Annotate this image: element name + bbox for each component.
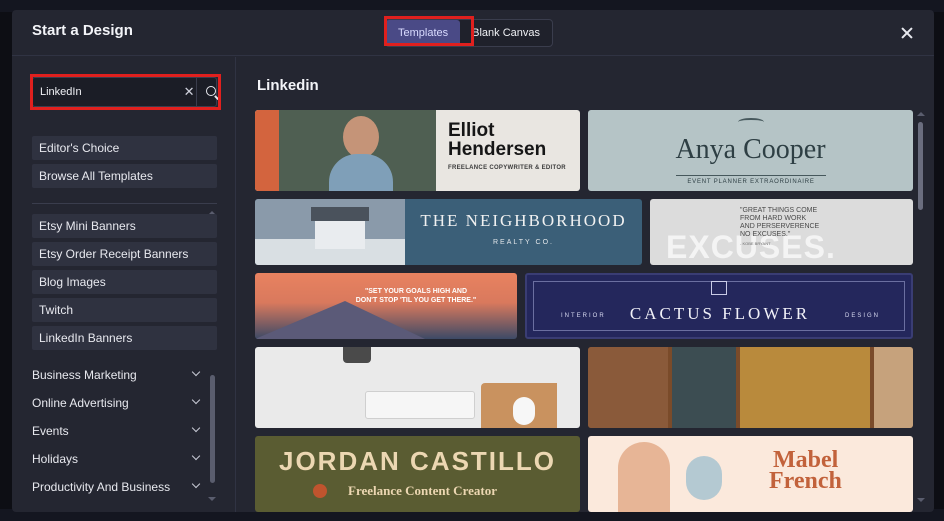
quote-line: "GREAT THINGS COME — [740, 207, 818, 214]
keyboard-shape — [365, 391, 475, 419]
phone-shape — [343, 347, 371, 363]
template-subtitle: EVENT PLANNER EXTRAORDINAIRE — [676, 175, 826, 188]
template-card-the-neighborhood[interactable]: THE NEIGHBORHOOD REALTY CO. — [255, 199, 642, 265]
photo-panel — [279, 110, 436, 191]
mouse-shape — [513, 397, 535, 425]
house-photo — [255, 199, 405, 265]
subcategory-twitch[interactable]: Twitch — [32, 298, 217, 322]
template-name-first: Elliot — [448, 120, 495, 141]
template-label-left: INTERIOR — [561, 313, 606, 319]
sidebar-item-editors-choice[interactable]: Editor's Choice — [32, 136, 217, 160]
tab-templates[interactable]: Templates — [386, 20, 461, 46]
search-box: ✕ — [32, 77, 217, 107]
scroll-down-arrow-icon[interactable] — [208, 497, 216, 501]
template-card-elliot-hendersen[interactable]: Elliot Hendersen FREELANCE COPYWRITER & … — [255, 110, 580, 191]
category-label: Business Marketing — [32, 368, 137, 382]
subcategory-etsy-mini-banners[interactable]: Etsy Mini Banners — [32, 214, 217, 238]
section-title: Linkedin — [257, 77, 319, 94]
tab-blank-canvas[interactable]: Blank Canvas — [460, 20, 552, 46]
chevron-down-icon — [192, 481, 200, 489]
category-productivity-and-business[interactable]: Productivity And Business — [32, 476, 200, 498]
person-photo — [343, 116, 379, 158]
chevron-down-icon — [192, 425, 200, 433]
category-holidays[interactable]: Holidays — [32, 448, 200, 470]
scroll-down-arrow-icon[interactable] — [917, 498, 925, 502]
sidebar-item-browse-all[interactable]: Browse All Templates — [32, 164, 217, 188]
template-grid: Elliot Hendersen FREELANCE COPYWRITER & … — [255, 110, 915, 512]
sidebar: ✕ Editor's Choice Browse All Templates E… — [12, 57, 236, 512]
dialog-header: Start a Design Templates Blank Canvas — [12, 10, 934, 56]
search-icon — [206, 86, 217, 96]
category-business-marketing[interactable]: Business Marketing — [32, 364, 200, 386]
chevron-down-icon — [192, 369, 200, 377]
template-card-no-excuses[interactable]: EXCUSES. "GREAT THINGS COME FROM HARD WO… — [650, 199, 913, 265]
template-card-cactus-flower[interactable]: INTERIOR CACTUS FLOWER DESIGN — [525, 273, 913, 339]
template-label-right: DESIGN — [845, 313, 881, 319]
mountain-shape — [255, 301, 425, 339]
category-label: Online Advertising — [32, 396, 129, 410]
start-design-dialog: Start a Design Templates Blank Canvas ✕ … — [12, 10, 934, 512]
template-card-set-your-goals[interactable]: "SET YOUR GOALS HIGH AND DON'T STOP 'TIL… — [255, 273, 517, 339]
quote-line: AND PERSERVERENCE — [740, 223, 820, 230]
subcategory-blog-images[interactable]: Blog Images — [32, 270, 217, 294]
chevron-down-icon — [192, 397, 200, 405]
chevron-down-icon — [192, 453, 200, 461]
collage-photo — [874, 347, 913, 428]
template-name: CACTUS FLOWER — [629, 304, 811, 323]
template-card-photo-collage[interactable] — [588, 347, 913, 428]
house-shape — [315, 217, 365, 249]
portrait-illustration — [686, 456, 722, 500]
subcategory-linkedin-banners[interactable]: LinkedIn Banners — [32, 326, 217, 350]
template-subtitle: REALTY CO. — [493, 239, 554, 246]
house-roof — [311, 207, 369, 221]
search-button[interactable] — [196, 78, 217, 106]
template-subtitle: FREELANCE COPYWRITER & EDITOR — [448, 165, 566, 171]
quote-author: - KOBE BRYANT — [740, 241, 771, 246]
search-input[interactable] — [33, 78, 182, 106]
template-name-last: Hendersen — [448, 139, 547, 160]
template-name: JORDAN CASTILLO — [279, 446, 556, 476]
template-card-jordan-castillo[interactable]: JORDAN CASTILLO Freelance Content Creato… — [255, 436, 580, 512]
close-icon[interactable] — [896, 22, 918, 44]
quote-line: "SET YOUR GOALS HIGH AND — [364, 288, 468, 295]
collage-photo — [740, 347, 870, 428]
category-label: Events — [32, 424, 69, 438]
laurel-ornament — [738, 118, 764, 126]
portrait-illustration — [618, 442, 670, 512]
template-name: THE NEIGHBORHOOD — [420, 211, 627, 230]
divider — [32, 203, 217, 204]
quote-line: FROM HARD WORK — [740, 215, 807, 222]
template-name: Anya Cooper — [675, 134, 826, 165]
person-shirt — [329, 154, 393, 191]
category-label: Holidays — [32, 452, 79, 466]
category-events[interactable]: Events — [32, 420, 200, 442]
camera-badge-icon — [313, 484, 327, 498]
template-card-desk-photo[interactable] — [255, 347, 580, 428]
accent-bar — [255, 110, 279, 191]
collage-photo — [672, 347, 736, 428]
template-name-last: French — [769, 468, 842, 494]
template-card-mabel-french[interactable]: Mabel French — [588, 436, 913, 512]
scroll-up-arrow-icon[interactable] — [917, 112, 925, 116]
collage-photo — [588, 347, 668, 428]
category-online-advertising[interactable]: Online Advertising — [32, 392, 200, 414]
template-grid-scrollbar[interactable] — [918, 122, 923, 210]
dialog-title: Start a Design — [32, 22, 133, 39]
subcategory-etsy-order-receipt-banners[interactable]: Etsy Order Receipt Banners — [32, 242, 217, 266]
sidebar-scrollbar[interactable] — [210, 375, 215, 483]
template-subtitle: Freelance Content Creator — [348, 483, 497, 498]
clear-icon[interactable]: ✕ — [182, 78, 196, 106]
template-card-anya-cooper[interactable]: Anya Cooper EVENT PLANNER EXTRAORDINAIRE — [588, 110, 913, 191]
quote-line: DON'T STOP 'TIL YOU GET THERE." — [355, 297, 477, 304]
category-label: Productivity And Business — [32, 480, 171, 494]
quote-line: NO EXCUSES." — [740, 231, 791, 238]
house-icon — [711, 281, 727, 295]
mode-toggle: Templates Blank Canvas — [385, 19, 554, 47]
